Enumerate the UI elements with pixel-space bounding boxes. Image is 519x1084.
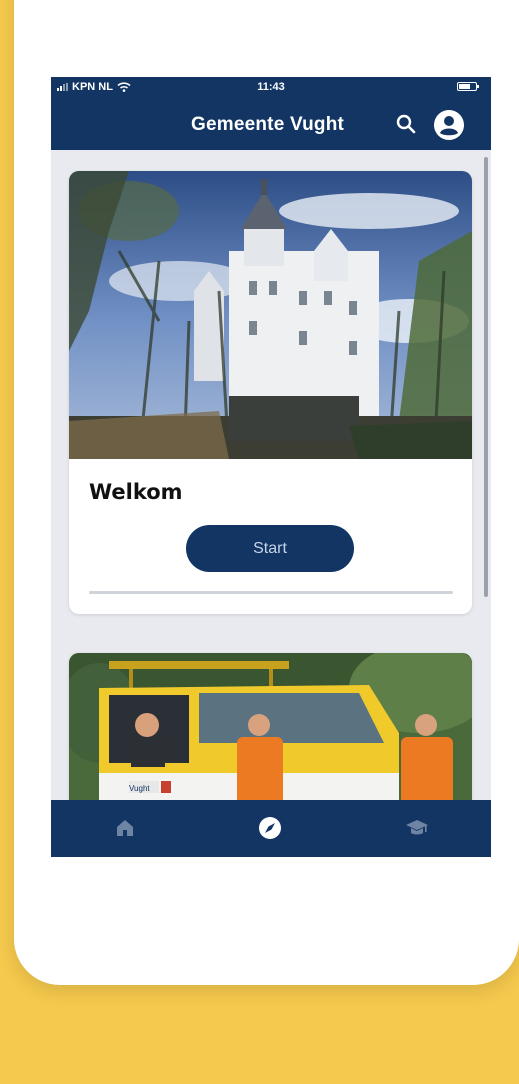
search-icon[interactable] <box>395 113 417 135</box>
graduation-cap-icon[interactable] <box>405 816 429 840</box>
progress-bar <box>89 591 453 594</box>
account-icon[interactable] <box>433 109 465 141</box>
page-title: Gemeente Vught <box>191 114 345 135</box>
compass-icon[interactable] <box>258 816 282 840</box>
van-lettering: Vught <box>129 784 150 793</box>
battery-icon <box>457 82 479 91</box>
status-time: 11:43 <box>257 81 285 93</box>
team-card[interactable]: Vught <box>69 653 472 813</box>
team-van-photo: Vught <box>69 653 472 813</box>
app-screen: KPN NL 11:43 Gemeente Vught Welkom Start… <box>51 77 491 857</box>
status-bar: KPN NL 11:43 <box>51 77 491 97</box>
start-button[interactable]: Start <box>186 525 354 572</box>
app-bar: Gemeente Vught <box>51 97 491 150</box>
welcome-card[interactable]: Welkom Start <box>69 171 472 614</box>
card-title: Welkom <box>89 480 183 504</box>
castle-photo <box>69 171 472 459</box>
scrollbar[interactable] <box>484 157 488 597</box>
tab-bar <box>51 800 491 857</box>
home-icon[interactable] <box>113 816 137 840</box>
feed[interactable]: Welkom Start Vught <box>51 150 491 813</box>
